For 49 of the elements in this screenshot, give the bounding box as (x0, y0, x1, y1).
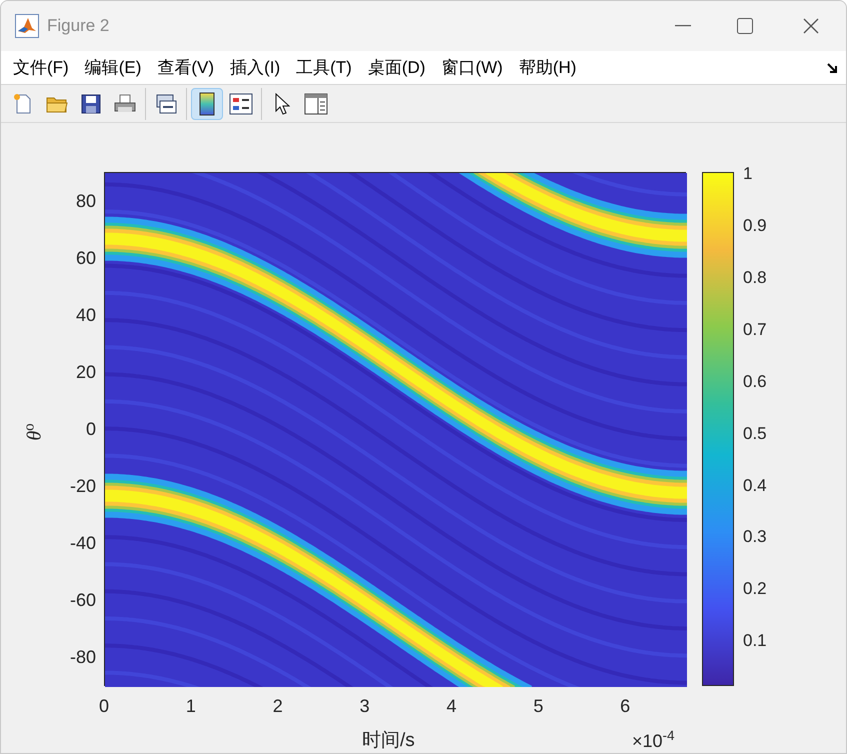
x-tick-label: 3 (358, 697, 371, 715)
y-tick-label: 20 (76, 362, 96, 381)
axis-exponent: ×10$^{-4}$ (632, 732, 675, 750)
legend-icon (229, 92, 253, 114)
menu-item[interactable]: 查看(V) (149, 54, 222, 80)
maximize-icon (737, 18, 753, 34)
x-tick-label: 6 (619, 697, 632, 715)
minimize-icon (675, 25, 691, 27)
toolbar-button[interactable] (191, 88, 223, 120)
app-logo-icon (15, 14, 39, 38)
colorbar-tick-label: 0.8 (743, 268, 767, 286)
window-title: Figure 2 (47, 15, 110, 38)
colorbar-tick-label: 0.2 (743, 580, 767, 598)
menu-item[interactable]: 桌面(D) (360, 54, 434, 80)
y-tick-label: 80 (76, 192, 96, 210)
property-panel-icon (304, 92, 328, 114)
menu-item[interactable]: 编辑(E) (76, 54, 150, 80)
colorbar-tick-label: 0.6 (743, 372, 767, 390)
colorbar-tick-label: 0.3 (743, 528, 767, 546)
x-tick-label: 0 (98, 697, 110, 715)
close-icon (803, 18, 819, 34)
menu-item[interactable]: 窗口(W) (433, 54, 511, 80)
pointer-icon (274, 92, 290, 114)
expand-arrow-icon[interactable] (826, 62, 838, 74)
colorbar-tick-label: 0.9 (743, 216, 767, 234)
y-tick-label: -40 (70, 534, 96, 552)
menu-item[interactable]: 插入(I) (222, 54, 288, 80)
colorbar-tick-label: 0.7 (743, 320, 767, 338)
colorbar-tick-label: 0.5 (743, 424, 767, 442)
printer-icon (113, 92, 137, 114)
colorbar-tick-label: 0.4 (743, 476, 767, 494)
x-axis-label: 时间/s (362, 729, 415, 753)
x-tick-label: 2 (272, 697, 284, 715)
y-tick-label: -80 (70, 648, 96, 666)
x-tick-label: 4 (445, 697, 458, 715)
colorbar-icon (199, 92, 215, 116)
y-tick-label: 40 (76, 306, 96, 324)
y-tick-label: -20 (70, 477, 96, 496)
menu-item[interactable]: 文件(F) (5, 54, 77, 80)
y-tick-label: 60 (76, 248, 96, 267)
menu-item[interactable]: 帮助(H) (510, 54, 584, 80)
x-tick-label: 1 (184, 697, 197, 715)
x-tick-label: 5 (532, 697, 544, 715)
y-tick-label: -60 (70, 591, 96, 610)
colorbar-tick-label: 1 (743, 165, 752, 182)
y-tick-label: 0 (86, 420, 96, 438)
colorbar-tick-label: 0.1 (743, 632, 767, 650)
linked-windows-icon (154, 92, 178, 114)
menu-item[interactable]: 工具(T) (288, 54, 360, 80)
